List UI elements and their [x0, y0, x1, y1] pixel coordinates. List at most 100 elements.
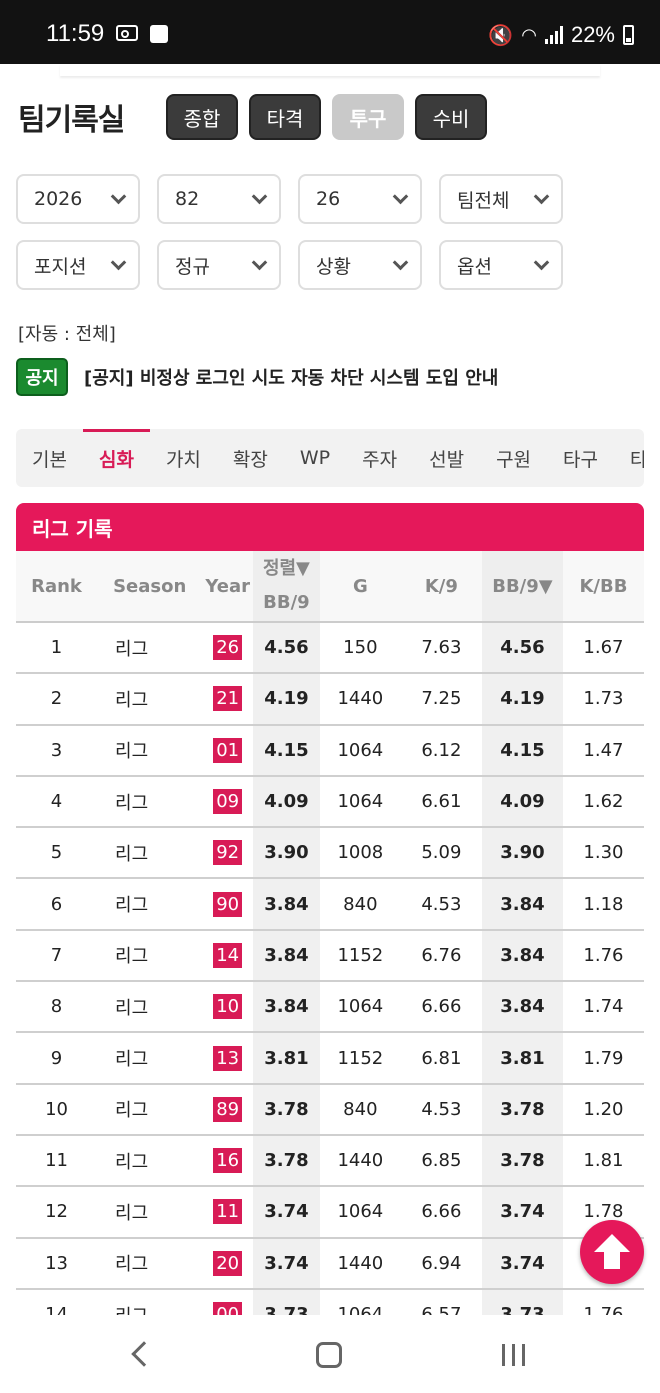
filter-row-1: 2026 82 26 팀전체: [16, 174, 563, 224]
select-season-type[interactable]: 정규: [157, 240, 281, 290]
col-header-season[interactable]: Season: [97, 551, 203, 623]
cell-sort-value: 3.81: [253, 1032, 320, 1085]
scroll-top-button[interactable]: [580, 1220, 644, 1284]
select-value: 82: [175, 188, 200, 210]
select-position[interactable]: 포지션: [16, 240, 140, 290]
cell-year: 01: [202, 724, 253, 777]
year-badge: 21: [213, 686, 243, 712]
cell-kbb: 1.73: [562, 673, 644, 726]
cell-bb9: 4.56: [481, 622, 563, 675]
chevron-down-icon: [392, 188, 409, 204]
category-button-pitching[interactable]: 투구: [332, 94, 404, 140]
cell-kbb: 1.79: [562, 1032, 644, 1085]
cell-rank: 13: [16, 1237, 98, 1290]
select-options[interactable]: 옵션: [439, 240, 563, 290]
battery-icon: [623, 25, 634, 45]
table-row: 4 리그 09 4.09 1064 6.61 4.09 1.62: [16, 775, 644, 829]
notice-link[interactable]: [공지] 비정상 로그인 시도 자동 차단 시스템 도입 안내: [84, 364, 498, 390]
cell-year: 11: [202, 1186, 253, 1239]
tab-batted-ball[interactable]: 타구: [547, 429, 614, 487]
select-value: 옵션: [457, 255, 492, 278]
year-badge: 13: [213, 1045, 243, 1071]
cell-rank: 1: [16, 622, 98, 675]
col-header-bb9[interactable]: BB/9▼: [481, 551, 563, 623]
cell-rank: 12: [16, 1186, 98, 1239]
select-team[interactable]: 팀전체: [439, 174, 563, 224]
tab-more[interactable]: 타: [614, 429, 644, 487]
col-header-k9[interactable]: K/9: [400, 551, 482, 623]
cell-sort-value: 3.84: [253, 929, 320, 983]
battery-percent: 22%: [570, 22, 615, 47]
table-row: 11 리그 16 3.78 1440 6.85 3.78 1.81: [16, 1134, 644, 1188]
chevron-down-icon: [110, 188, 127, 204]
cell-year: 13: [202, 1032, 253, 1085]
tab-extended[interactable]: 확장: [217, 429, 284, 487]
category-button-batting[interactable]: 타격: [249, 94, 321, 140]
voicemail-icon: [116, 25, 139, 41]
tab-advanced[interactable]: 심화: [82, 429, 150, 487]
category-button-fielding[interactable]: 수비: [415, 94, 487, 140]
tab-wp[interactable]: WP: [284, 429, 346, 487]
recent-apps-icon[interactable]: [502, 1344, 525, 1366]
tab-basic[interactable]: 기본: [16, 429, 83, 487]
cell-g: 1152: [319, 1032, 401, 1085]
cell-sort-value: 3.78: [253, 1134, 320, 1188]
select-year-from[interactable]: 2026: [16, 174, 140, 224]
year-badge: 09: [213, 789, 243, 815]
cell-k9: 7.25: [400, 673, 482, 726]
cell-sort-value: 3.84: [253, 981, 320, 1034]
tab-value[interactable]: 가치: [150, 429, 217, 487]
cell-bb9: 4.19: [481, 673, 563, 726]
cell-kbb: 1.74: [562, 981, 644, 1034]
sort-label: 정렬▼: [262, 558, 310, 579]
col-header-kbb[interactable]: K/BB: [562, 551, 644, 623]
tab-runner[interactable]: 주자: [346, 429, 413, 487]
tab-starter[interactable]: 선발: [413, 429, 480, 487]
table-row: 5 리그 92 3.90 1008 5.09 3.90 1.30: [16, 827, 644, 880]
cell-sort-value: 3.73: [253, 1288, 320, 1315]
chevron-down-icon: [251, 254, 268, 270]
android-nav-bar: [0, 1315, 660, 1393]
col-header-rank[interactable]: Rank: [16, 551, 98, 623]
select-year-to[interactable]: 26: [298, 174, 422, 224]
year-badge: 16: [213, 1148, 243, 1174]
cell-year: 00: [202, 1288, 253, 1315]
table-row: 7 리그 14 3.84 1152 6.76 3.84 1.76: [16, 929, 644, 983]
category-button-summary[interactable]: 종합: [166, 94, 238, 140]
cell-sort-value: 3.78: [253, 1083, 320, 1136]
chevron-down-icon: [110, 254, 127, 270]
cell-kbb: 1.30: [562, 827, 644, 880]
cell-bb9: 3.90: [481, 827, 563, 880]
cell-sort-value: 4.19: [253, 673, 320, 726]
cell-g: 150: [319, 622, 401, 675]
select-value: 정규: [175, 255, 210, 278]
cell-k9: 4.53: [400, 878, 482, 931]
notice-banner[interactable]: 공지 [공지] 비정상 로그인 시도 자동 차단 시스템 도입 안내: [16, 358, 498, 396]
cell-rank: 5: [16, 827, 98, 880]
cell-g: 1440: [319, 1237, 401, 1290]
cell-rank: 14: [16, 1288, 98, 1315]
tab-reliever[interactable]: 구원: [480, 429, 547, 487]
section-title: 리그 기록: [16, 503, 644, 551]
cell-sort-value: 4.09: [253, 775, 320, 829]
home-icon[interactable]: [316, 1342, 342, 1368]
col-header-sort[interactable]: 정렬▼ BB/9: [253, 551, 320, 623]
cell-season: 리그: [97, 673, 203, 726]
col-header-g[interactable]: G: [319, 551, 401, 623]
cell-kbb: 1.62: [562, 775, 644, 829]
select-situation[interactable]: 상황: [298, 240, 422, 290]
chevron-down-icon: [533, 188, 550, 204]
mode-text: [자동 : 전체]: [18, 324, 116, 345]
year-badge: 20: [213, 1250, 243, 1276]
table-row: 9 리그 13 3.81 1152 6.81 3.81 1.79: [16, 1032, 644, 1085]
cell-k9: 6.12: [400, 724, 482, 777]
back-icon[interactable]: [131, 1341, 157, 1367]
select-year-range[interactable]: 82: [157, 174, 281, 224]
year-badge: 14: [213, 942, 243, 968]
cell-g: 1008: [319, 827, 401, 880]
status-bar: 11:59 🔇 ◠ 22%: [0, 0, 660, 64]
select-value: 팀전체: [457, 189, 510, 212]
col-header-year[interactable]: Year: [202, 551, 253, 623]
cell-season: 리그: [97, 1288, 203, 1315]
cell-year: 09: [202, 775, 253, 829]
